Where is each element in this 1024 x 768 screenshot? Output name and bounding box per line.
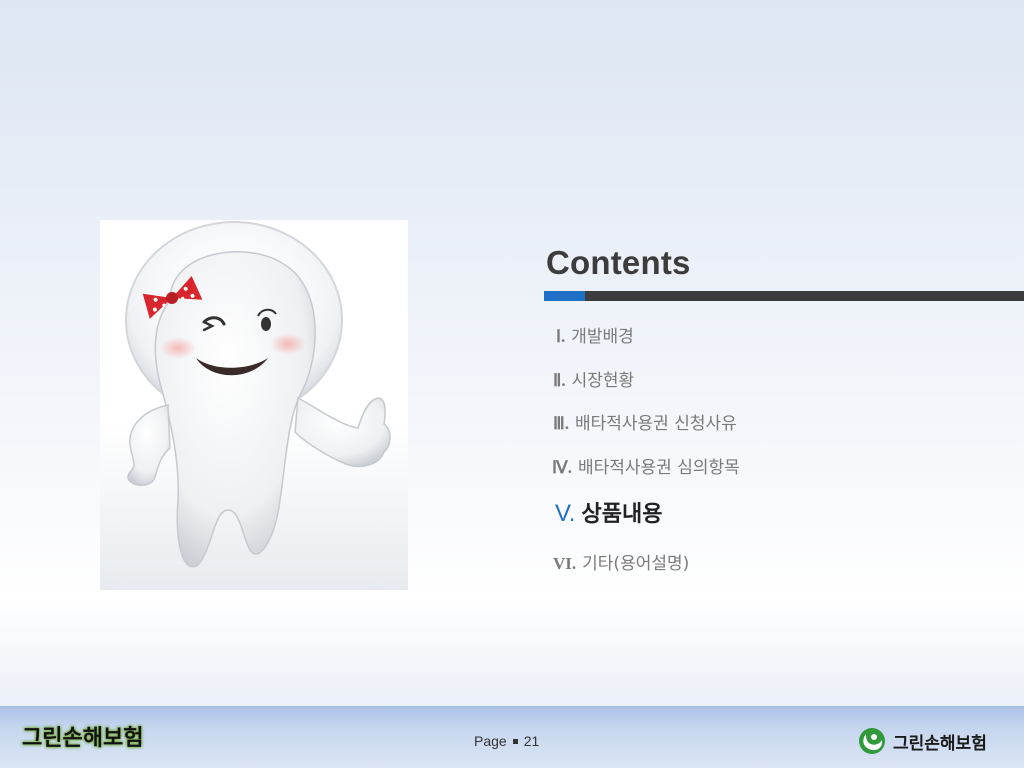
- toc-item-label: 개발배경: [571, 327, 634, 347]
- page-label: Page: [474, 733, 507, 749]
- toc-item-number: VI.: [553, 554, 577, 573]
- toc-item-2[interactable]: Ⅱ. 시장현황: [553, 366, 634, 391]
- footer-bar: 그린손해보험 Page 21 그린손해보험: [0, 706, 1024, 768]
- toc-item-label: 기타(용어설명): [582, 554, 690, 574]
- toc-item-label: 배타적사용권 신청사유: [574, 414, 737, 434]
- title-underline-bar: [585, 291, 1024, 301]
- page-number: Page 21: [474, 733, 539, 749]
- toc-item-5-active[interactable]: V. 상품내용: [555, 496, 662, 528]
- page-title: Contents: [546, 244, 691, 281]
- tooth-mascot-icon: [125, 221, 391, 568]
- toc-item-number: Ⅰ.: [556, 327, 566, 346]
- toc-item-label: 상품내용: [581, 502, 663, 527]
- footer-brand-text: 그린손해보험: [22, 726, 144, 751]
- toc-item-number: Ⅳ.: [552, 458, 572, 477]
- company-logo: 그린손해보험: [857, 726, 987, 756]
- leaf-logo-icon: [859, 728, 885, 754]
- toc-item-number: V.: [555, 500, 576, 527]
- toc-item-number: Ⅲ.: [553, 414, 569, 433]
- logo-text: 그린손해보험: [893, 733, 987, 754]
- toc-item-4[interactable]: Ⅳ. 배타적사용권 심의항목: [552, 453, 740, 478]
- toc-item-label: 배타적사용권 심의항목: [577, 458, 740, 478]
- toc-item-label: 시장현황: [571, 371, 635, 391]
- title-underline-accent: [544, 291, 585, 301]
- bullet-square-icon: [512, 738, 518, 744]
- toc-item-number: Ⅱ.: [553, 371, 566, 390]
- toc-item-3[interactable]: Ⅲ. 배타적사용권 신청사유: [553, 409, 737, 434]
- toc-item-1[interactable]: Ⅰ. 개발배경: [556, 322, 634, 347]
- tooth-mascot-illustration: [100, 220, 408, 590]
- toc-item-6[interactable]: VI. 기타(용어설명): [553, 549, 689, 574]
- page-number-value: 21: [523, 733, 540, 749]
